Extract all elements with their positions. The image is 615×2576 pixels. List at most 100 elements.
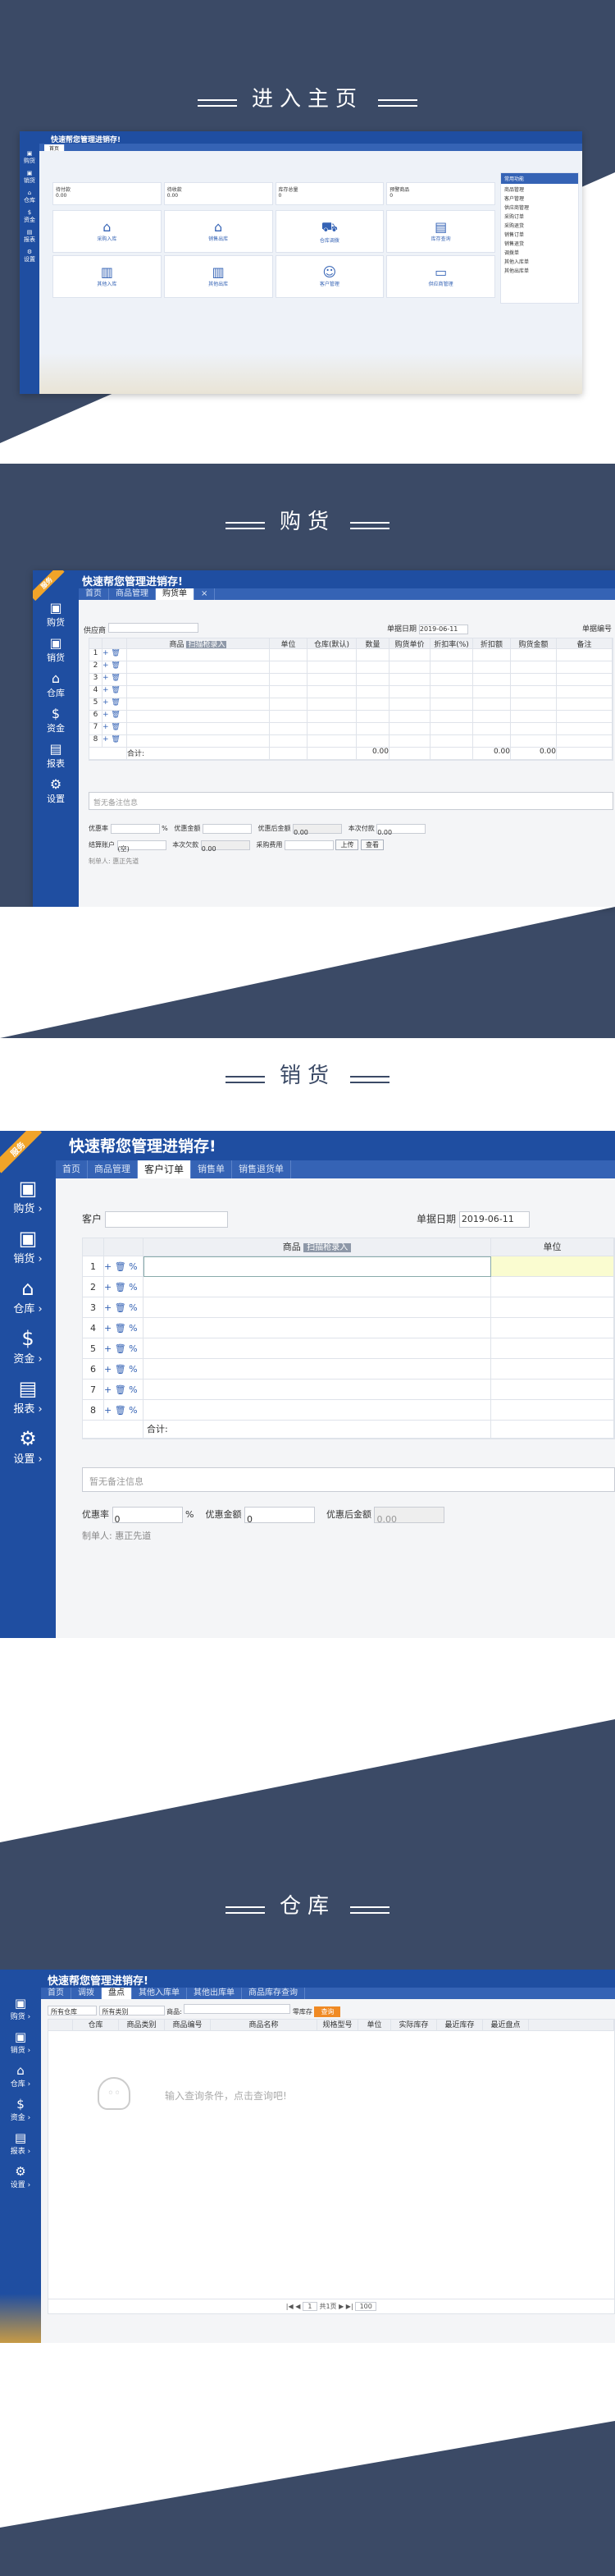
tab-customer-order[interactable]: 客户订单 [138, 1160, 192, 1178]
nav-settings[interactable]: ⚙ 设置 › [0, 2164, 41, 2189]
table-row[interactable]: 2 + 🗑 [89, 661, 613, 674]
tab-transfer[interactable]: 调拨 [71, 1988, 102, 1999]
nav-sales[interactable]: ▣ 销货 › [0, 1227, 56, 1265]
nav-settings[interactable]: ⚙ 设置 [20, 249, 39, 263]
side-item[interactable]: 其他入库单 [504, 258, 575, 267]
nav-purchase[interactable]: ▣ 购货 › [0, 1996, 41, 2021]
table-row[interactable]: 5 + 🗑 % [83, 1338, 614, 1359]
nav-reports[interactable]: ▤ 报表 › [0, 1377, 56, 1416]
nav-reports[interactable]: ▤ 报表 [20, 229, 39, 244]
tab-home[interactable]: 首页 [41, 1988, 71, 1999]
quick-stock[interactable]: ▤ 库存查询 [386, 210, 495, 253]
table-row[interactable]: 3 + 🗑 [89, 674, 613, 686]
nav-funds[interactable]: $ 资金 › [0, 2097, 41, 2122]
view-button[interactable]: 查看 [361, 840, 385, 850]
table-row[interactable]: 4 + 🗑 [89, 686, 613, 698]
nav-sales[interactable]: ▣ 销货 › [0, 2029, 41, 2055]
tab-stock-query[interactable]: 商品库存查询 [242, 1988, 305, 1999]
remark-input[interactable]: 暂无备注信息 [82, 1467, 615, 1492]
nav-purchase[interactable]: ▣ 购货 › [0, 1177, 56, 1215]
customer-select[interactable] [104, 1211, 228, 1228]
pager-last[interactable]: ▶| [346, 2303, 353, 2310]
date-input[interactable]: 2019-06-11 [458, 1211, 530, 1228]
quick-purchase-in[interactable]: ⌂ 采购入库 [52, 210, 162, 253]
pager-prev[interactable]: ◀ [295, 2303, 300, 2310]
table-row[interactable]: 6 + 🗑 [89, 711, 613, 723]
table-row[interactable]: 2 + 🗑 % [83, 1277, 614, 1297]
quick-other-in[interactable]: ▥ 其他入库 [52, 255, 162, 298]
quick-transfer[interactable]: ⛟ 仓库调拨 [275, 210, 385, 253]
close-icon[interactable]: × [194, 588, 216, 600]
zero-stock-checkbox[interactable]: 零库存 [293, 2008, 312, 2016]
side-item[interactable]: 调拨单 [504, 249, 575, 258]
nav-purchase[interactable]: ▣ 购货 [33, 600, 79, 629]
quick-other-out[interactable]: ▥ 其他出库 [163, 255, 273, 298]
side-item[interactable]: 采购退货 [504, 222, 575, 231]
table-row[interactable]: 7 + 🗑 % [83, 1380, 614, 1400]
remark-input[interactable]: 暂无备注信息 [89, 792, 613, 810]
table-row[interactable]: 5 + 🗑 [89, 698, 613, 711]
side-item[interactable]: 供应商管理 [504, 204, 575, 213]
table-row[interactable]: 8 + 🗑 [89, 735, 613, 748]
table-row[interactable]: 1 + 🗑 % [83, 1256, 614, 1277]
table-row[interactable]: 8 + 🗑 % [83, 1400, 614, 1421]
nav-funds[interactable]: $ 资金 › [0, 1327, 56, 1366]
nav-purchase[interactable]: ▣ 购货 [20, 150, 39, 165]
tab-other-out[interactable]: 其他出库单 [187, 1988, 242, 1999]
nav-sales[interactable]: ▣ 销货 [33, 635, 79, 664]
nav-settings[interactable]: ⚙ 设置 › [0, 1427, 56, 1466]
table-row[interactable]: 1 + 🗑 [89, 649, 613, 661]
nav-funds[interactable]: $ 资金 [20, 209, 39, 224]
tab-purchase-order[interactable]: 购货单 [156, 588, 194, 600]
tab-goods[interactable]: 商品管理 [109, 588, 156, 600]
pager-first[interactable]: |◀ [286, 2303, 294, 2310]
page-input[interactable]: 1 [302, 2302, 317, 2311]
table-row[interactable]: 4 + 🗑 % [83, 1318, 614, 1338]
quick-suppliers[interactable]: ▭ 供应商管理 [386, 255, 495, 298]
discount-rate-input[interactable]: 0 [112, 1507, 183, 1525]
quick-sales-out[interactable]: ⌂ 销售出库 [163, 210, 273, 253]
fee-input[interactable] [284, 840, 334, 850]
vendor-select[interactable] [107, 623, 198, 633]
discount-rate-input[interactable] [110, 823, 160, 834]
nav-funds[interactable]: $ 资金 [33, 706, 79, 734]
table-row[interactable]: 6 + 🗑 % [83, 1359, 614, 1380]
table-row[interactable]: 3 + 🗑 % [83, 1297, 614, 1318]
side-item[interactable]: 客户管理 [504, 194, 575, 204]
side-item[interactable]: 采购订单 [504, 213, 575, 222]
nav-reports[interactable]: ▤ 报表 › [0, 2130, 41, 2156]
category-select[interactable]: 所有类别 [98, 2006, 165, 2016]
discount-amount-input[interactable] [202, 823, 252, 834]
warehouse-select[interactable]: 所有仓库 [48, 2006, 97, 2016]
date-input[interactable]: 2019-06-11 [418, 625, 468, 634]
tab-home[interactable]: 首页 [79, 588, 109, 600]
tab-home[interactable]: 首页 [44, 144, 66, 152]
nav-warehouse[interactable]: ⌂ 仓库 [20, 190, 39, 204]
tab-home[interactable]: 首页 [56, 1160, 88, 1178]
page-size-select[interactable]: 100 [355, 2302, 377, 2311]
tab-stocktake[interactable]: 盘点 [102, 1988, 132, 1999]
tab-other-in[interactable]: 其他入库单 [132, 1988, 187, 1999]
nav-warehouse[interactable]: ⌂ 仓库 › [0, 2063, 41, 2089]
nav-sales[interactable]: ▣ 销货 [20, 170, 39, 185]
pager-next[interactable]: ▶ [339, 2303, 344, 2310]
upload-button[interactable]: 上传 [335, 840, 359, 850]
nav-warehouse[interactable]: ⌂ 仓库 [33, 670, 79, 699]
tab-goods[interactable]: 商品管理 [88, 1160, 138, 1178]
side-item[interactable]: 销售订单 [504, 231, 575, 240]
tab-sales-order[interactable]: 销售单 [191, 1160, 233, 1178]
account-select[interactable]: (空) [116, 840, 166, 853]
discount-amount-input[interactable]: 0 [244, 1507, 315, 1525]
goods-input[interactable] [184, 2004, 291, 2014]
nav-settings[interactable]: ⚙ 设置 [33, 776, 79, 805]
nav-reports[interactable]: ▤ 报表 [33, 741, 79, 770]
side-item[interactable]: 商品管理 [504, 185, 575, 194]
nav-warehouse[interactable]: ⌂ 仓库 › [0, 1277, 56, 1315]
table-row[interactable]: 7 + 🗑 [89, 723, 613, 735]
side-item[interactable]: 其他出库单 [504, 267, 575, 276]
side-item[interactable]: 销售退货 [504, 240, 575, 249]
quick-customers[interactable]: ☺ 客户管理 [275, 255, 385, 298]
payment-input[interactable]: 0.00 [376, 823, 426, 836]
query-button[interactable]: 查询 [314, 2006, 341, 2017]
tab-sales-return[interactable]: 销售退货单 [232, 1160, 292, 1178]
